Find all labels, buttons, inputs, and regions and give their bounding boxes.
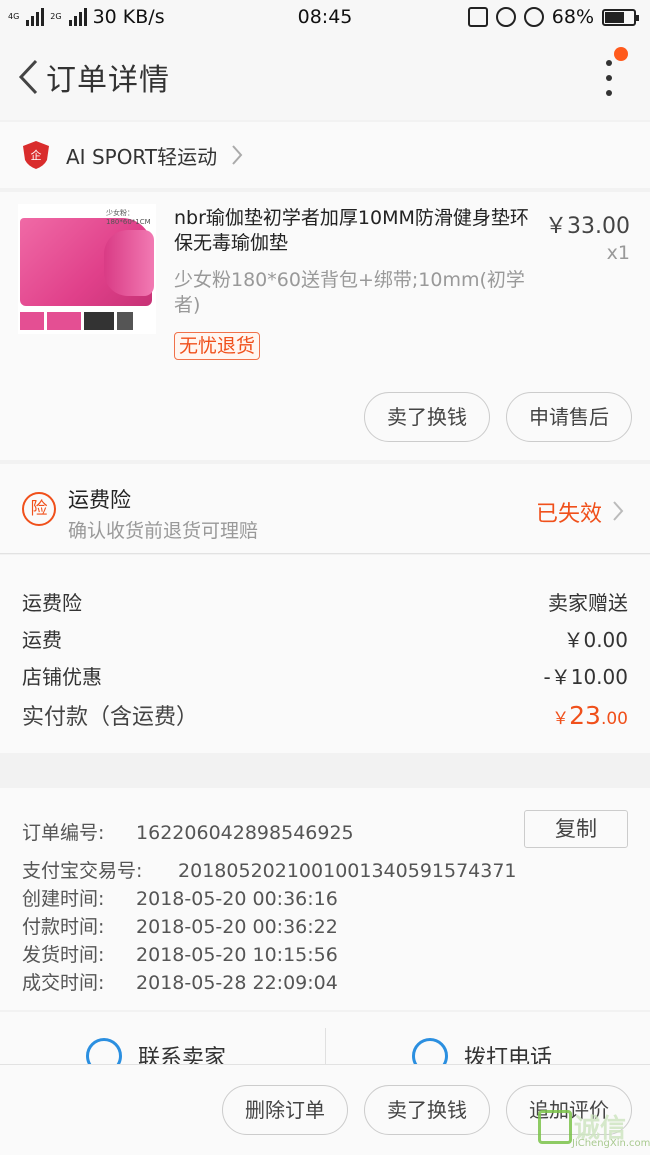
info-label: 支付宝交易号: [22, 860, 143, 882]
total-label: 实付款（含运费） [22, 705, 199, 730]
product-price: ￥33.00 [545, 214, 630, 239]
signal-icon-2 [68, 8, 87, 26]
contact-seller-button[interactable]: 联系卖家 [86, 1038, 226, 1064]
shop-logo-icon: 企 [23, 141, 49, 169]
info-value: 2018-05-20 00:36:22 [136, 916, 338, 938]
fee-label: 店铺优惠 [22, 665, 102, 689]
phone-icon [412, 1038, 448, 1064]
copy-button[interactable]: 复制 [524, 810, 628, 848]
order-info: 订单编号: 162206042898546925 复制 支付宝交易号: 2018… [0, 788, 650, 1010]
nav-bar: 订单详情 [0, 34, 650, 120]
watermark-icon [538, 1110, 572, 1144]
fee-label: 运费险 [22, 591, 82, 615]
info-label: 创建时间: [22, 888, 105, 910]
signal-icon [26, 8, 45, 26]
contact-seller-label: 联系卖家 [138, 1046, 227, 1064]
shipping-insurance-row[interactable]: 险 运费险 确认收货前退货可理赔 已失效 [0, 464, 650, 554]
status-bar: 4G 2G 30 KB/s 08:45 68% [0, 0, 650, 34]
watermark-sub: JiChengXin.com [572, 1138, 650, 1149]
insurance-title: 运费险 [68, 488, 131, 512]
product-card[interactable]: 少女粉：180*60*1CM nbr瑜伽垫初学者加厚10MM防滑健身垫环保无毒瑜… [0, 192, 650, 460]
info-value: 2018-05-20 00:36:16 [136, 888, 338, 910]
call-phone-button[interactable]: 拨打电话 [412, 1038, 552, 1064]
status-right: 68% [467, 6, 639, 28]
shop-name: AI SPORT轻运动 [66, 144, 218, 169]
alipay-trade-number: 2018052021001001340591574371 [178, 860, 517, 882]
fee-value: ￥0.00 [563, 628, 628, 652]
call-phone-label: 拨打电话 [464, 1046, 553, 1064]
back-button[interactable] [0, 34, 38, 120]
fee-label: 运费 [22, 628, 62, 652]
product-actions: 卖了换钱 申请售后 [364, 392, 632, 442]
status-left: 4G 2G 30 KB/s [8, 6, 468, 28]
divider [325, 1028, 326, 1064]
info-label: 成交时间: [22, 972, 105, 994]
chat-icon [86, 1038, 122, 1064]
network-type-b: 2G [50, 12, 62, 21]
product-image: 少女粉：180*60*1CM [18, 204, 156, 334]
chevron-left-icon [18, 59, 38, 95]
order-number-row: 订单编号: 162206042898546925 [22, 818, 354, 845]
fee-row: 运费险 卖家赠送 [22, 587, 628, 616]
total-dec: .00 [600, 709, 628, 729]
total-amount: ￥23.00 [552, 701, 628, 730]
network-type-a: 4G [8, 12, 20, 21]
created-time-row: 创建时间: 2018-05-20 00:36:16 [22, 884, 338, 911]
network-speed: 30 KB/s [92, 6, 165, 28]
battery-percent: 68% [551, 6, 594, 28]
svg-text:企: 企 [31, 148, 42, 162]
shipped-time-row: 发货时间: 2018-05-20 10:15:56 [22, 940, 338, 967]
product-sku: 少女粉180*60送背包+绑带;10mm(初学者) [174, 269, 525, 316]
alipay-trade-row: 支付宝交易号: 2018052021001001340591574371 [22, 856, 517, 883]
order-number: 162206042898546925 [136, 822, 354, 844]
fee-summary: 运费险 卖家赠送 运费 ￥0.00 店铺优惠 -￥10.00 实付款（含运费） … [0, 555, 650, 753]
sell-for-cash-button[interactable]: 卖了换钱 [364, 1085, 490, 1135]
info-value: 2018-05-20 10:15:56 [136, 944, 338, 966]
contact-row: 联系卖家 拨打电话 [0, 1012, 650, 1064]
total-row: 实付款（含运费） ￥23.00 [22, 699, 628, 731]
product-quantity: x1 [606, 242, 630, 264]
mute-icon [467, 7, 488, 27]
total-currency: ￥ [552, 709, 570, 729]
insurance-subtitle: 确认收货前退货可理赔 [68, 520, 259, 542]
battery-icon [602, 8, 639, 26]
info-label: 发货时间: [22, 944, 105, 966]
page-title: 订单详情 [46, 63, 170, 98]
info-label: 付款时间: [22, 916, 105, 938]
paid-time-row: 付款时间: 2018-05-20 00:36:22 [22, 912, 338, 939]
rotation-lock-icon [495, 7, 516, 27]
return-guarantee-badge: 无忧退货 [174, 332, 261, 360]
more-menu-button[interactable] [594, 56, 624, 100]
completed-time-row: 成交时间: 2018-05-28 22:09:04 [22, 968, 338, 995]
fee-value: 卖家赠送 [548, 591, 628, 615]
info-label: 订单编号: [22, 822, 105, 844]
notification-dot [614, 47, 628, 61]
fee-row: 运费 ￥0.00 [22, 624, 628, 653]
insurance-icon: 险 [22, 492, 56, 526]
sell-for-cash-button[interactable]: 卖了换钱 [364, 392, 490, 442]
product-title: nbr瑜伽垫初学者加厚10MM防滑健身垫环保无毒瑜伽垫 [174, 207, 529, 254]
after-sale-button[interactable]: 申请售后 [506, 392, 632, 442]
info-value: 2018-05-28 22:09:04 [136, 972, 338, 994]
watermark-logo: 诚信 JiChengXin.com [536, 1104, 650, 1152]
total-int: 23 [569, 701, 601, 730]
product-image-caption: 少女粉：180*60*1CM [106, 209, 151, 226]
insurance-status: 已失效 [535, 502, 602, 527]
chevron-right-icon [613, 501, 624, 521]
shop-header[interactable]: 企 AI SPORT轻运动 [0, 122, 650, 188]
delete-order-button[interactable]: 删除订单 [222, 1085, 348, 1135]
fee-row: 店铺优惠 -￥10.00 [22, 661, 628, 690]
alarm-icon [523, 7, 544, 27]
fee-value: -￥10.00 [543, 665, 628, 689]
chevron-right-icon [232, 145, 243, 165]
